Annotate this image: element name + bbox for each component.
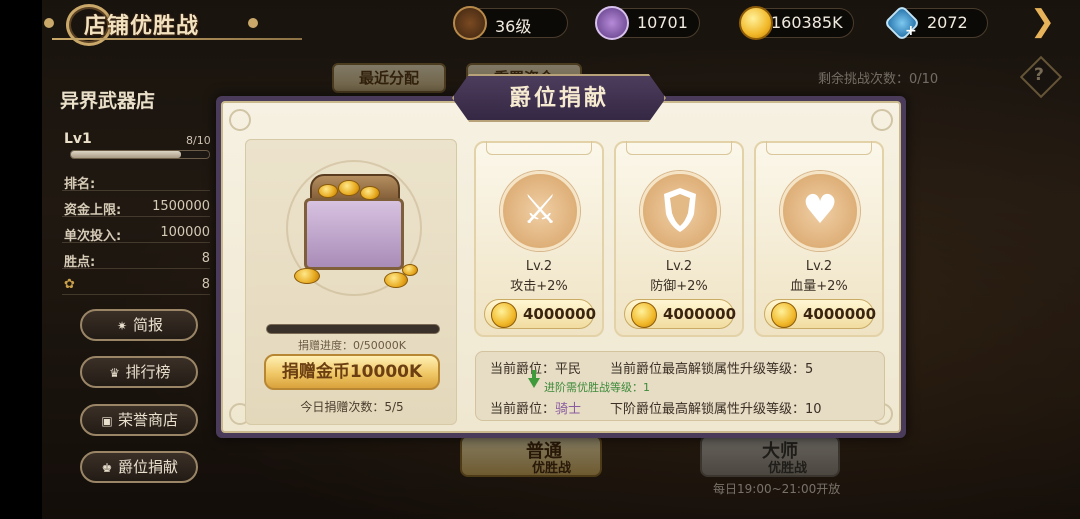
report-icon: ✷ <box>116 319 128 333</box>
today-donation-count: 今日捐赠次数：5/5 <box>300 400 404 414</box>
donation-progress-bar <box>266 324 440 334</box>
diamond-resource[interactable]: + 2072 <box>883 4 988 42</box>
stat-rank: 排名: <box>62 171 210 192</box>
hp-cost: 4000000 <box>803 305 877 323</box>
arrow-down-head <box>528 378 540 388</box>
hp-level: Lv.2 <box>805 259 833 274</box>
trophy-icon: ♛ <box>109 366 120 380</box>
shield-icon <box>640 171 720 251</box>
gold-coin-icon <box>491 302 517 328</box>
hp-attr-card: ♥ Lv.2 血量+2% 4000000 <box>754 141 884 337</box>
next-max-level-text: 下阶爵位最高解锁属性升级等级：10 <box>610 402 822 417</box>
coin-icon <box>338 180 360 196</box>
attack-level: Lv.2 <box>525 259 553 274</box>
attack-attr-card: ⚔ Lv.2 攻击+2% 4000000 <box>474 141 604 337</box>
title-dot-left <box>44 18 54 28</box>
donation-progress-text: 捐赠进度：0/50000K <box>298 339 406 352</box>
left-black-border <box>0 0 42 519</box>
bag-icon: ✿ <box>64 277 75 292</box>
modal-body: 捐赠进度：0/50000K 捐赠金币10000K 今日捐赠次数：5/5 ⚔ Lv… <box>221 101 901 433</box>
title-underline <box>52 38 302 40</box>
defense-cost: 4000000 <box>663 305 737 323</box>
shop-level-progress-fill <box>71 151 182 158</box>
defense-effect: 防御+2% <box>650 279 708 294</box>
medal-count: 10701 <box>637 13 688 32</box>
honor-shop-button[interactable]: ▣ 荣誉商店 <box>80 404 198 436</box>
attack-cost: 4000000 <box>523 305 597 323</box>
title-dot-right <box>248 18 258 28</box>
corner-ornament <box>229 109 251 131</box>
medal-icon <box>595 6 629 40</box>
page-title-bar: 店铺优胜战 <box>44 2 304 48</box>
corner-ornament <box>871 109 893 131</box>
donate-gold-button[interactable]: 捐赠金币10000K <box>264 354 440 390</box>
stat-win-points: 胜点: 8 <box>62 251 210 270</box>
coin-icon <box>318 184 338 198</box>
attack-effect: 攻击+2% <box>510 279 568 294</box>
heart-icon: ♥ <box>780 171 860 251</box>
next-rank-line: 当前爵位：骑士 <box>490 402 582 417</box>
rank-info-panel: 当前爵位：平民 当前爵位最高解锁属性升级等级：5 进阶需优胜战等级：1 当前爵位… <box>475 351 885 421</box>
attack-upgrade-button[interactable]: 4000000 <box>484 299 597 329</box>
hp-upgrade-button[interactable]: 4000000 <box>764 299 877 329</box>
sword-axe-icon: ⚔ <box>500 171 580 251</box>
current-max-level-text: 当前爵位最高解锁属性升级等级：5 <box>610 362 814 377</box>
treasure-chest-icon <box>304 198 404 270</box>
gold-coin-icon <box>631 302 657 328</box>
defense-attr-card: Lv.2 防御+2% 4000000 <box>614 141 744 337</box>
current-rank-value: 平民 <box>555 362 582 377</box>
rank-donation-modal: 捐赠进度：0/50000K 捐赠金币10000K 今日捐赠次数：5/5 ⚔ Lv… <box>216 74 906 438</box>
hp-effect: 血量+2% <box>790 279 848 294</box>
rank-donate-button[interactable]: ♚ 爵位捐献 <box>80 451 198 483</box>
donation-panel: 捐赠进度：0/50000K 捐赠金币10000K 今日捐赠次数：5/5 <box>245 139 457 425</box>
player-level: 36级 <box>495 17 532 36</box>
crown-icon: ♚ <box>101 461 113 475</box>
coin-icon <box>402 264 418 276</box>
shop-name: 异界武器店 <box>60 90 156 112</box>
shield-shape <box>664 188 696 232</box>
coin-icon <box>360 186 380 200</box>
gold-count: 160385K <box>771 13 843 32</box>
medal-resource: 10701 <box>595 6 700 40</box>
page-title: 店铺优胜战 <box>84 13 200 39</box>
defense-upgrade-button[interactable]: 4000000 <box>624 299 737 329</box>
card-header-trim <box>626 141 732 155</box>
shop-level-progress-bar <box>70 150 210 159</box>
gold-resource: 160385K <box>739 6 854 40</box>
gold-coin-icon <box>739 6 773 40</box>
add-diamond-icon[interactable]: + <box>905 23 917 39</box>
back-arrow-icon[interactable]: ❯ <box>1030 4 1070 40</box>
leaderboard-button[interactable]: ♛ 排行榜 <box>80 356 198 388</box>
shop-icon <box>453 6 487 40</box>
player-level-display: 36级 <box>453 6 568 40</box>
card-header-trim <box>486 141 592 155</box>
shop-level: Lv1 <box>64 131 92 147</box>
gold-coin-icon <box>771 302 797 328</box>
modal-title: 爵位捐献 <box>508 85 609 111</box>
card-header-trim <box>766 141 872 155</box>
shop-bag-icon: ▣ <box>101 414 113 428</box>
stat-fund-cap: 资金上限: 1500000 <box>62 199 210 218</box>
stat-single-invest: 单次投入: 100000 <box>62 225 210 244</box>
diamond-count: 2072 <box>927 13 968 32</box>
shop-level-progress-text: 8/10 <box>186 134 211 147</box>
stat-item-count: ✿ 8 <box>62 275 210 295</box>
next-rank-value: 骑士 <box>555 402 582 417</box>
next-rank-requirement: 进阶需优胜战等级：1 <box>544 381 650 394</box>
defense-level: Lv.2 <box>665 259 693 274</box>
report-button[interactable]: ✷ 简报 <box>80 309 198 341</box>
coin-icon <box>294 268 320 284</box>
